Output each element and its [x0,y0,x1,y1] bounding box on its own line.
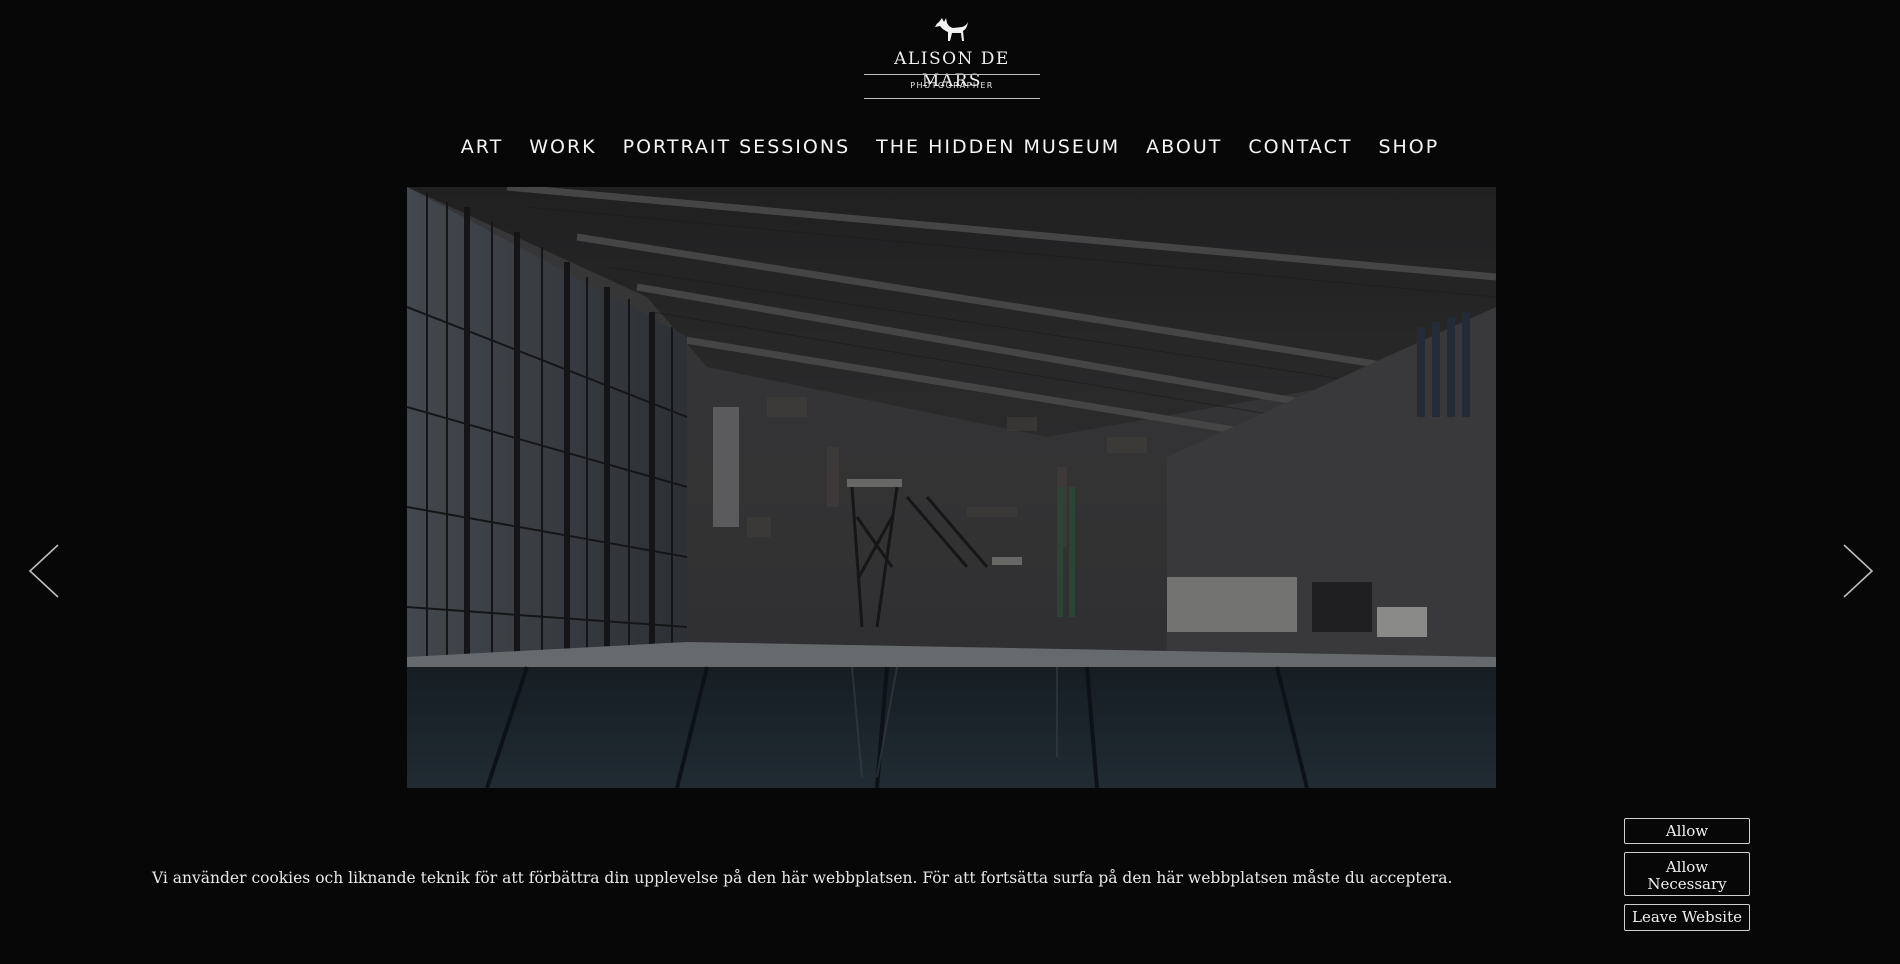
allow-necessary-label-line1: Allow [1665,857,1709,876]
chevron-left-icon[interactable] [26,541,62,601]
logo-divider [864,74,1040,75]
nav-item-the-hidden-museum[interactable]: THE HIDDEN MUSEUM [876,132,1120,162]
allow-necessary-button[interactable]: Allow Necessary [1624,852,1750,896]
brand-tagline: PHOTOGRAPHER [910,81,994,90]
main-nav: ART WORK PORTRAIT SESSIONS THE HIDDEN MU… [0,132,1900,162]
fox-icon [935,18,968,41]
nav-item-portrait-sessions[interactable]: PORTRAIT SESSIONS [623,132,851,162]
nav-item-contact[interactable]: CONTACT [1248,132,1352,162]
leave-website-button[interactable]: Leave Website [1624,904,1750,931]
page: ALISON DE MARS PHOTOGRAPHER ART WORK POR… [0,0,1900,964]
nav-item-work[interactable]: WORK [529,132,596,162]
logo-divider [864,98,1040,99]
cookie-message: Vi använder cookies och liknande teknik … [152,869,1453,887]
allow-button[interactable]: Allow [1624,818,1750,844]
nav-item-art[interactable]: ART [461,132,503,162]
site-logo[interactable]: ALISON DE MARS PHOTOGRAPHER [864,16,1040,100]
allow-necessary-label-line2: Necessary [1647,874,1727,893]
nav-item-about[interactable]: ABOUT [1146,132,1222,162]
photo-image [407,187,1496,788]
nav-item-shop[interactable]: SHOP [1378,132,1439,162]
gallery-photo[interactable] [407,187,1496,788]
chevron-right-icon[interactable] [1840,541,1876,601]
